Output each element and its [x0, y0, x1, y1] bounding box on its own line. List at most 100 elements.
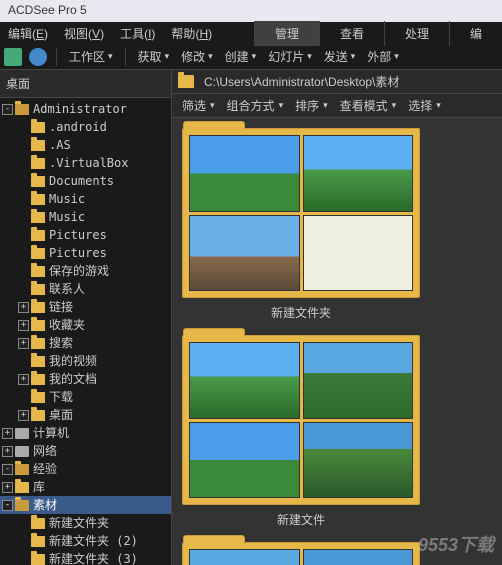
modify-dropdown[interactable]: 修改 [175, 45, 219, 68]
tree-item[interactable]: 新建文件夹 (2) [0, 532, 171, 550]
tree-item[interactable]: + 我的文档 [0, 370, 171, 388]
folder-icon [31, 194, 45, 205]
tree-item[interactable]: + 搜索 [0, 334, 171, 352]
tree-item[interactable]: 我的视频 [0, 352, 171, 370]
drive-icon [15, 428, 29, 439]
sidebar: 桌面 -Administrator.android.AS.VirtualBoxD… [0, 70, 172, 565]
tree-item[interactable]: + 链接 [0, 298, 171, 316]
tree-item[interactable]: Music [0, 208, 171, 226]
expander-icon[interactable]: + [18, 320, 29, 331]
menu-tools[interactable]: 工具(I) [112, 22, 163, 45]
create-dropdown[interactable]: 创建 [219, 45, 263, 68]
send-dropdown[interactable]: 发送 [318, 45, 362, 68]
tree-item-label: 收藏夹 [49, 317, 85, 333]
tree-item-label: 我的文档 [49, 371, 97, 387]
slideshow-dropdown[interactable]: 幻灯片 [262, 45, 318, 68]
tree-item[interactable]: 下载 [0, 388, 171, 406]
tree-item-label: 链接 [49, 299, 73, 315]
tree-item[interactable]: +网络 [0, 442, 171, 460]
expander-icon [18, 158, 29, 169]
folder-tree[interactable]: -Administrator.android.AS.VirtualBoxDocu… [0, 98, 171, 565]
select-dropdown[interactable]: 选择 [404, 95, 445, 116]
nav-back-icon[interactable] [4, 48, 22, 66]
folder-thumbnail[interactable]: 新建文件 [182, 335, 420, 528]
preview-image [303, 135, 414, 212]
preview-image [303, 549, 414, 565]
folder-icon [31, 320, 45, 331]
tree-item[interactable]: Documents [0, 172, 171, 190]
expander-icon[interactable]: + [18, 410, 29, 421]
tree-item-label: 库 [33, 479, 45, 495]
tree-item[interactable]: + 收藏夹 [0, 316, 171, 334]
folder-icon [15, 464, 29, 475]
divider [125, 48, 126, 66]
tab-edit[interactable]: 编 [449, 21, 502, 46]
expander-icon [18, 518, 29, 529]
expander-icon[interactable]: + [2, 428, 13, 439]
tree-item[interactable]: +库 [0, 478, 171, 496]
tree-item[interactable]: 保存的游戏 [0, 262, 171, 280]
preview-image [189, 422, 300, 499]
tree-item[interactable]: Pictures [0, 226, 171, 244]
watermark: 9553下载 [418, 531, 494, 557]
sort-dropdown[interactable]: 排序 [291, 95, 332, 116]
tree-item-label: .AS [49, 137, 71, 153]
tree-item[interactable]: .AS [0, 136, 171, 154]
expander-icon[interactable]: - [2, 104, 13, 115]
tree-item-label: 素材 [33, 497, 57, 513]
tree-item-label: Pictures [49, 245, 107, 261]
preview-image [303, 422, 414, 499]
menu-help[interactable]: 帮助(H) [163, 22, 220, 45]
tab-manage[interactable]: 管理 [254, 21, 319, 46]
folder-preview [182, 335, 420, 505]
menu-view[interactable]: 视图(V) [56, 22, 112, 45]
folder-icon [15, 482, 29, 493]
tree-item[interactable]: .android [0, 118, 171, 136]
groupby-dropdown[interactable]: 组合方式 [223, 95, 288, 116]
tree-item[interactable]: +计算机 [0, 424, 171, 442]
tree-item-label: 搜索 [49, 335, 73, 351]
tree-item-label: 我的视频 [49, 353, 97, 369]
tree-item[interactable]: -经验 [0, 460, 171, 478]
app-title: ACDSee Pro 5 [8, 3, 87, 17]
acquire-dropdown[interactable]: 获取 [132, 45, 176, 68]
workspace-dropdown[interactable]: 工作区 [63, 45, 119, 68]
nav-forward-icon[interactable] [29, 48, 47, 66]
tree-item[interactable]: 新建文件夹 [0, 514, 171, 532]
expander-icon[interactable]: + [2, 482, 13, 493]
filter-dropdown[interactable]: 筛选 [178, 95, 219, 116]
expander-icon [18, 284, 29, 295]
tree-item[interactable]: .VirtualBox [0, 154, 171, 172]
tree-item[interactable]: - 素材 [0, 496, 171, 514]
expander-icon[interactable]: - [2, 500, 13, 511]
external-dropdown[interactable]: 外部 [361, 45, 405, 68]
folder-icon [31, 536, 45, 547]
expander-icon[interactable]: + [18, 338, 29, 349]
tree-item[interactable]: -Administrator [0, 100, 171, 118]
tree-item-label: 新建文件夹 (2) [49, 533, 138, 549]
folder-icon [31, 554, 45, 565]
folder-thumbnail[interactable]: 新建文件夹 [182, 128, 420, 321]
expander-icon [18, 356, 29, 367]
path-text: C:\Users\Administrator\Desktop\素材 [204, 73, 399, 90]
folder-icon [31, 230, 45, 241]
tree-item[interactable]: + 桌面 [0, 406, 171, 424]
tree-item[interactable]: 联系人 [0, 280, 171, 298]
menu-edit[interactable]: 编辑(E) [0, 22, 56, 45]
folder-thumbnail[interactable]: 新建文件夹 (3) [182, 542, 420, 565]
expander-icon [18, 212, 29, 223]
tab-view[interactable]: 查看 [319, 21, 384, 46]
tree-item[interactable]: 新建文件夹 (3) [0, 550, 171, 565]
expander-icon[interactable]: + [18, 374, 29, 385]
tree-item[interactable]: Music [0, 190, 171, 208]
expander-icon[interactable]: + [18, 302, 29, 313]
viewmode-dropdown[interactable]: 查看模式 [336, 95, 401, 116]
tab-process[interactable]: 处理 [384, 21, 449, 46]
tree-item-label: 桌面 [49, 407, 73, 423]
tree-item[interactable]: Pictures [0, 244, 171, 262]
folder-icon [178, 75, 194, 88]
menubar: 编辑(E) 视图(V) 工具(I) 帮助(H) 管理 查看 处理 编 [0, 22, 502, 44]
pathbar[interactable]: C:\Users\Administrator\Desktop\素材 [172, 70, 502, 94]
expander-icon[interactable]: - [2, 464, 13, 475]
expander-icon[interactable]: + [2, 446, 13, 457]
